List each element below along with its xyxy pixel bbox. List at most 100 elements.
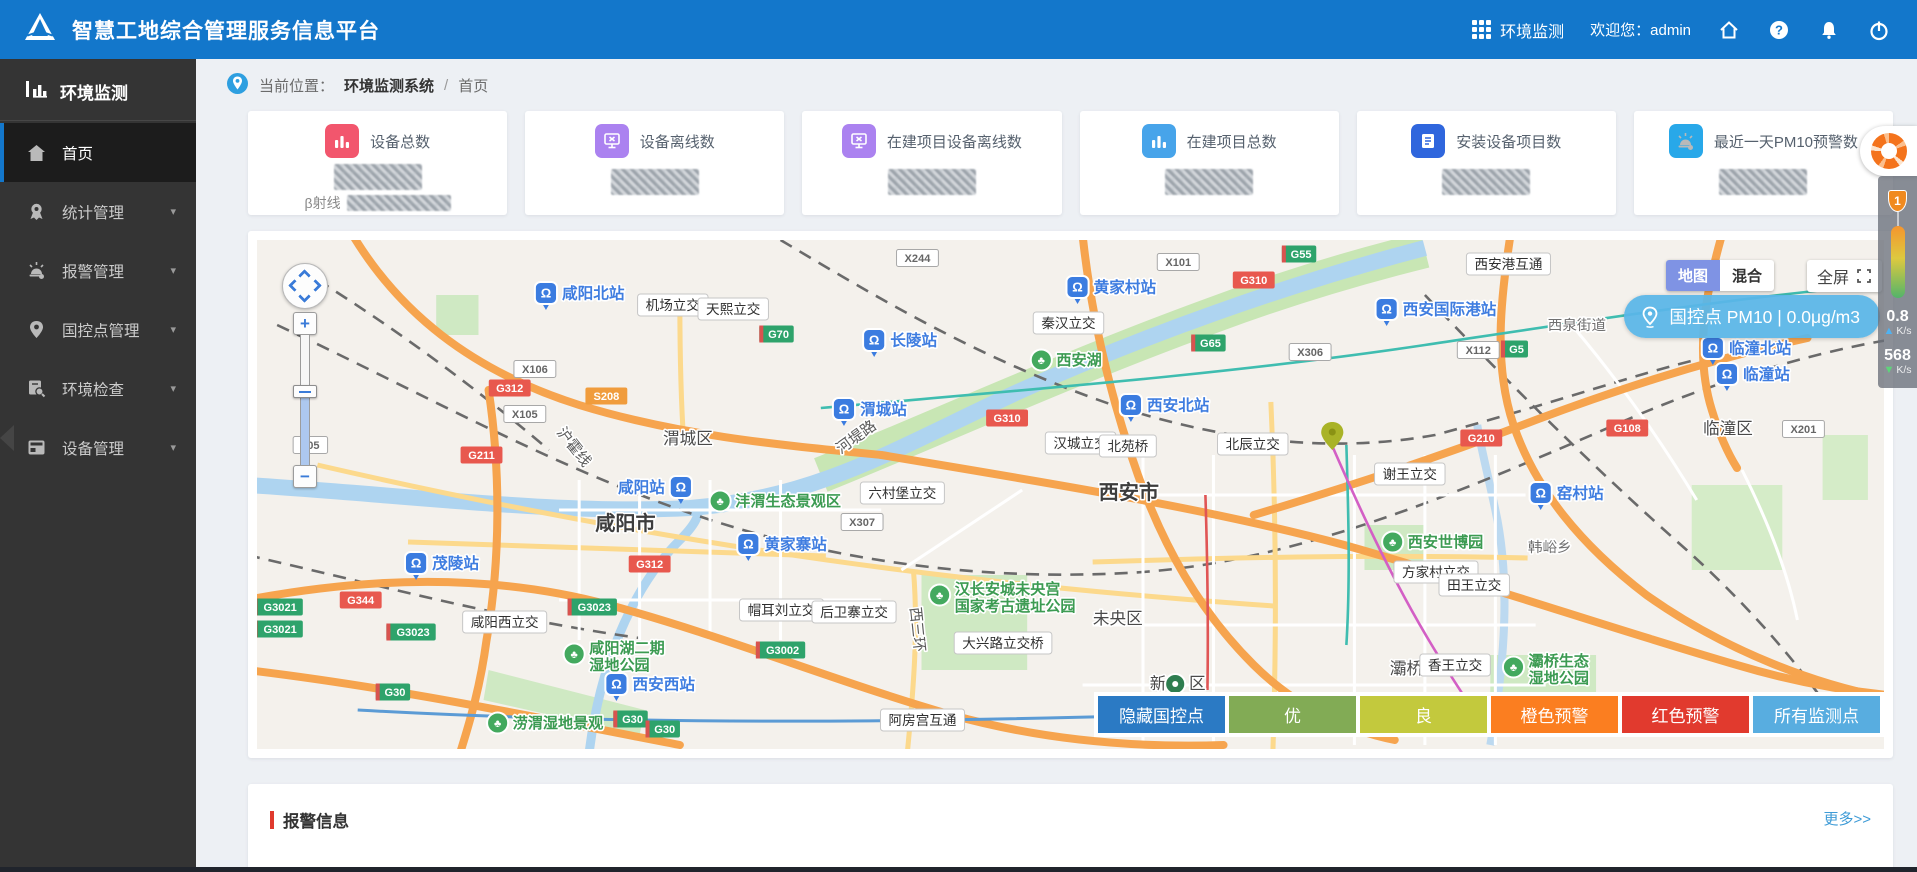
junction-label: 六村堡立交 [859,481,945,505]
sidebar-item-home[interactable]: 首页 [0,123,196,182]
legend-button-1[interactable]: 隐藏国控点 [1098,696,1225,733]
road-badge-text: X105 [512,409,538,421]
navbar-left: 智慧工地综合管理服务信息平台 [22,11,380,48]
station-marker[interactable]: Ω 长陵站 [862,328,939,357]
road-badge-text: G344 [347,595,375,607]
park-marker[interactable]: ♣ 咸阳湖二期湿地公园 [562,637,666,676]
speed-widget-logo-button[interactable] [1860,126,1917,176]
breadcrumb-system[interactable]: 环境监测系统 [344,75,434,96]
top-navbar: 智慧工地综合管理服务信息平台 环境监测 欢迎您：admin ? [0,0,1917,59]
road-badge-text: G30 [384,687,405,699]
station-marker[interactable]: Ω 咸阳北站 [533,281,627,310]
speed-widget-panel[interactable]: 1 0.8 ▲ K/s 568 ▼ K/s [1878,176,1917,388]
park-label: 涝渭湿地景观 [513,714,604,732]
legend-button-4[interactable]: 橙色预警 [1491,696,1618,733]
tree-icon: ♣ [1038,355,1045,367]
station-label: 长陵站 [890,331,937,350]
town-label: 韩峪乡 [1528,539,1572,556]
stat-card: 设备离线数 [525,111,785,215]
stat-card: 设备总数 β射线 [248,111,508,215]
zoom-out-button[interactable]: − [293,465,317,488]
sidebar-item-check[interactable]: 环境检查 ▾ [0,359,196,418]
road-badge-text: G3023 [578,602,611,614]
tree-icon: ♣ [936,590,943,602]
sidebar-item-device[interactable]: 设备管理 ▾ [0,418,196,477]
road-badge: G3021 [257,598,303,616]
redacted-value [1442,169,1531,195]
station-marker[interactable]: Ω 临潼站 [1714,362,1792,391]
map-legend: 隐藏国控点优良橙色预警 红色预警 所有监测点 [1094,692,1884,737]
pan-down-icon[interactable] [298,290,311,303]
legend-button-5[interactable]: 红色预警 [1622,696,1749,733]
breadcrumb-prefix: 当前位置： [259,77,335,95]
station-label: 窑村站 [1557,484,1604,503]
more-link[interactable]: 更多>> [1823,808,1871,829]
legend-button-6[interactable]: 所有监测点 [1753,696,1880,733]
station-marker[interactable]: Ω 西安国际港站 [1374,297,1498,326]
map-pan-control[interactable] [282,263,328,309]
breadcrumb-separator: / [444,76,449,94]
bell-icon[interactable] [1817,18,1841,42]
pan-left-icon[interactable] [288,279,301,292]
speed-gradient-bar [1890,226,1905,298]
power-icon[interactable] [1867,18,1891,42]
bar-chart-icon [26,79,48,104]
station-label: 渭城站 [860,400,907,419]
module-switcher[interactable]: 环境监测 [1472,18,1564,42]
sidebar-collapse-arrow[interactable] [0,425,14,451]
park-marker[interactable]: ♣ 西安世博园 [1381,530,1485,554]
pin-icon [1642,306,1658,328]
road-badge: X105 [503,405,547,423]
redacted-value [1719,169,1808,195]
tree-icon: ♣ [494,718,501,730]
redacted-value [333,164,422,190]
home-icon[interactable] [1717,18,1741,42]
station-marker[interactable]: Ω 咸阳站 [616,475,693,504]
sidebar-item-station[interactable]: 国控点管理 ▾ [0,300,196,359]
junction-label-text: 六村堡立交 [868,485,936,501]
park-marker[interactable]: ♣ 涝渭湿地景观 [486,711,605,735]
metro-icon: Ω [611,677,621,692]
alarm-icon [26,261,46,281]
road-badge: G3021 [257,620,303,638]
welcome-text: 欢迎您：admin [1590,22,1691,39]
road-badge-text: G310 [1240,275,1267,287]
station-marker[interactable]: Ω 窑村站 [1528,481,1606,510]
monitor-point-marker[interactable] [1164,673,1187,695]
legend-button-3[interactable]: 良 [1360,696,1487,733]
metro-icon: Ω [839,402,849,417]
sidebar-item-alarm[interactable]: 报警管理 ▾ [0,241,196,300]
map-type-map[interactable]: 地图 [1665,260,1720,291]
road-badge: G3023 [386,623,436,641]
road-badge: G108 [1606,419,1649,437]
road-badge: X106 [513,360,557,378]
park-marker[interactable]: ♣ 西安湖 [1029,348,1103,372]
legend-button-2[interactable]: 优 [1229,696,1356,733]
sidebar-item-stats[interactable]: 统计管理 ▾ [0,182,196,241]
road-badge-text: X201 [1791,424,1817,436]
city-label: 西安市 [1099,480,1159,504]
help-icon[interactable]: ? [1767,18,1791,42]
monitor-point-pin[interactable] [1321,422,1344,450]
breadcrumb-page[interactable]: 首页 [458,75,488,96]
zoom-slider-track[interactable] [293,334,317,466]
navbar-right: 环境监测 欢迎您：admin ? [1472,18,1891,42]
street-label: 西三环 [906,606,928,653]
map[interactable]: 咸阳市 西安市 渭城区 未央区 临潼区 灞桥区新区西泉街道 韩峪乡 沪霍线 河堤路 西三环 机场立交… [257,240,1884,749]
station-marker[interactable]: Ω 黄家村站 [1065,275,1158,304]
station-marker[interactable]: Ω 西安北站 [1118,393,1211,422]
district-label: 区 [1189,674,1206,693]
pan-right-icon[interactable] [309,279,322,292]
chevron-down-icon: ▾ [170,324,176,336]
map-type-hybrid[interactable]: 混合 [1720,260,1774,291]
sidebar-item-label: 环境检查 [62,381,125,399]
pan-up-icon[interactable] [298,269,311,282]
station-marker[interactable]: Ω 茂陵站 [403,551,481,580]
upload-arrow-icon: ▲ [1883,325,1895,337]
zoom-in-button[interactable]: + [293,312,317,335]
road-badge-text: G70 [768,329,789,341]
speed-widget: 1 0.8 ▲ K/s 568 ▼ K/s [1860,126,1917,388]
station-marker[interactable]: Ω 西安西站 [604,672,697,701]
road-badge: G312 [628,555,671,573]
zoom-slider-thumb[interactable] [293,385,317,398]
